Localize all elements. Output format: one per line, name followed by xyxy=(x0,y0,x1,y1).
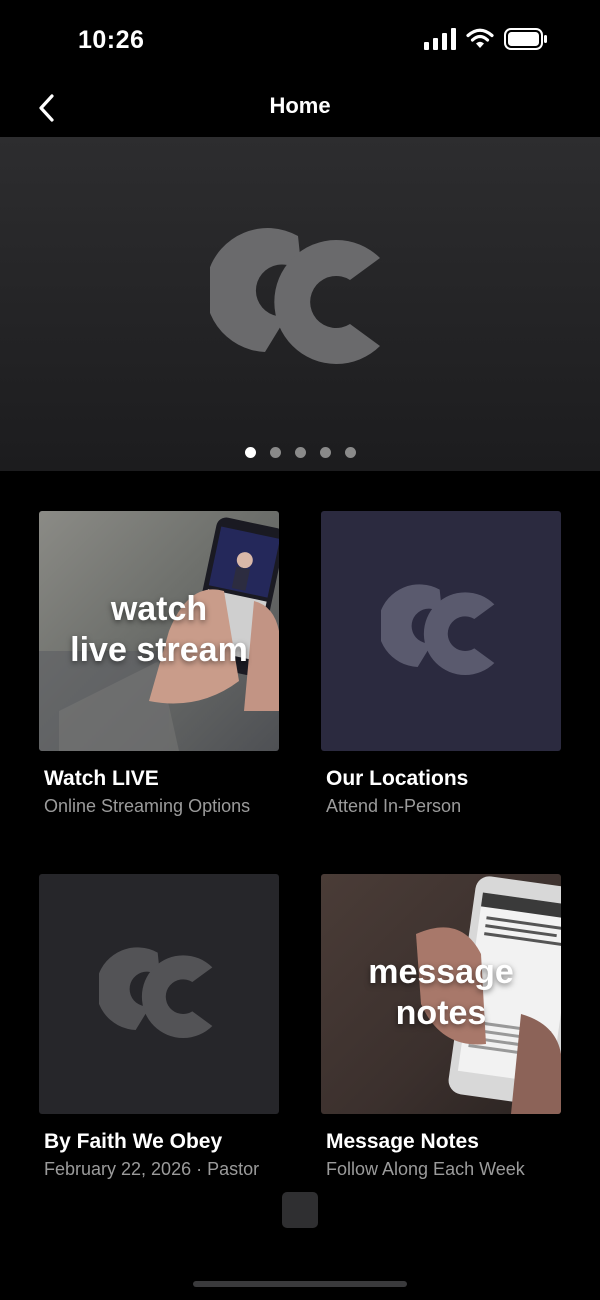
wifi-icon xyxy=(466,28,494,48)
overlay-line-2: notes xyxy=(395,994,487,1032)
pager-dot[interactable] xyxy=(319,447,331,458)
status-icons xyxy=(424,28,548,50)
cc-logo-icon xyxy=(210,228,380,364)
home-indicator[interactable] xyxy=(193,1281,407,1287)
message-notes-thumbnail[interactable]: message notes xyxy=(321,874,561,1114)
pager-dot[interactable] xyxy=(269,447,281,458)
locations-thumbnail[interactable] xyxy=(321,511,561,751)
card-title: Our Locations xyxy=(326,767,469,790)
pager-dot[interactable] xyxy=(294,447,306,458)
loading-placeholder xyxy=(282,1192,318,1228)
nav-bar: Home xyxy=(0,80,600,136)
card-title: Message Notes xyxy=(326,1130,479,1153)
card-subtitle: February 22, 2026 · Pastor xyxy=(44,1159,260,1179)
card-our-locations[interactable]: Our Locations Attend In-Person xyxy=(321,511,561,817)
hero-carousel[interactable] xyxy=(0,137,600,471)
cc-logo-icon xyxy=(99,947,213,1038)
signal-icon xyxy=(424,28,456,50)
battery-icon xyxy=(504,28,547,50)
status-time: 10:26 xyxy=(78,26,145,54)
overlay-line-1: message xyxy=(368,953,514,991)
card-sermon[interactable]: By Faith We Obey February 22, 2026 · Pas… xyxy=(39,874,279,1180)
card-title: By Faith We Obey xyxy=(44,1130,223,1153)
card-watch-live[interactable]: watch live stream Watch LIVE Online Stre… xyxy=(39,511,279,817)
card-subtitle: Follow Along Each Week xyxy=(326,1159,525,1179)
card-message-notes[interactable]: message notes Message Notes Follow Along… xyxy=(321,874,561,1180)
card-title: Watch LIVE xyxy=(44,767,159,790)
pager-dot[interactable] xyxy=(344,447,356,458)
overlay-line-1: watch xyxy=(110,590,208,628)
page-title: Home xyxy=(269,93,331,118)
pager-dot[interactable] xyxy=(244,447,256,458)
carousel-pager[interactable] xyxy=(0,447,600,458)
watch-live-thumbnail[interactable]: watch live stream xyxy=(39,511,279,751)
status-bar: 10:26 xyxy=(0,0,600,80)
card-subtitle: Online Streaming Options xyxy=(44,796,251,816)
card-subtitle: Attend In-Person xyxy=(326,796,462,816)
cc-logo-icon xyxy=(381,584,495,675)
overlay-line-2: live stream xyxy=(70,631,248,669)
sermon-thumbnail[interactable] xyxy=(39,874,279,1114)
